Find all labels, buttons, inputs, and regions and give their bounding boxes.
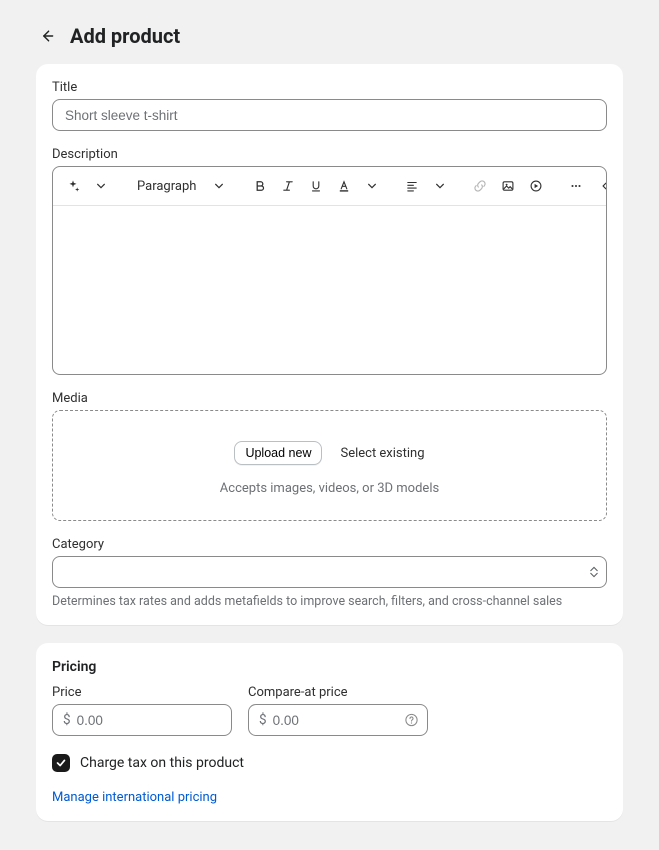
- pricing-card: Pricing Price $ Compare-at price $ Charg…: [36, 643, 623, 821]
- italic-button[interactable]: [276, 173, 300, 199]
- title-input[interactable]: [52, 99, 607, 131]
- chevron-down-icon: [435, 181, 445, 191]
- more-button[interactable]: [564, 173, 588, 199]
- align-left-icon: [405, 179, 419, 193]
- media-actions: Upload new Select existing: [234, 441, 424, 465]
- compare-price-help[interactable]: [404, 713, 419, 728]
- page-header: Add product: [0, 0, 659, 64]
- media-hint: Accepts images, videos, or 3D models: [220, 481, 439, 496]
- help-circle-icon: [404, 713, 419, 728]
- chevron-down-icon: [96, 181, 106, 191]
- chevron-down-icon: [367, 181, 377, 191]
- link-icon: [473, 179, 487, 193]
- rte-toolbar: Paragraph: [53, 167, 606, 206]
- check-icon: [55, 757, 67, 769]
- pricing-section-title: Pricing: [52, 659, 607, 675]
- image-icon: [501, 179, 515, 193]
- italic-icon: [281, 179, 295, 193]
- description-editor: Paragraph: [52, 166, 607, 375]
- bold-button[interactable]: [248, 173, 272, 199]
- charge-tax-label: Charge tax on this product: [80, 755, 244, 771]
- charge-tax-row: Charge tax on this product: [52, 754, 607, 772]
- upload-new-button[interactable]: Upload new: [234, 441, 322, 465]
- category-label: Category: [52, 537, 607, 552]
- image-button[interactable]: [496, 173, 520, 199]
- description-label: Description: [52, 147, 607, 162]
- video-button[interactable]: [524, 173, 548, 199]
- compare-price-input[interactable]: [273, 713, 417, 728]
- link-button[interactable]: [468, 173, 492, 199]
- underline-icon: [309, 179, 323, 193]
- price-currency: $: [63, 712, 71, 728]
- sparkle-icon: [66, 179, 80, 193]
- category-select[interactable]: [52, 556, 607, 588]
- media-dropzone[interactable]: Upload new Select existing Accepts image…: [52, 410, 607, 521]
- arrow-left-icon: [39, 28, 55, 44]
- paragraph-style-select[interactable]: Paragraph: [129, 173, 232, 199]
- media-label: Media: [52, 391, 607, 406]
- code-icon: [600, 179, 607, 193]
- price-label: Price: [52, 685, 232, 700]
- align-menu[interactable]: [428, 173, 452, 199]
- more-horizontal-icon: [568, 179, 584, 193]
- paragraph-style-label: Paragraph: [137, 179, 196, 194]
- price-input[interactable]: [77, 713, 221, 728]
- chevron-down-icon: [214, 181, 224, 191]
- compare-price-label: Compare-at price: [248, 685, 428, 700]
- text-color-icon: [337, 179, 351, 193]
- video-icon: [529, 179, 543, 193]
- price-row: Price $ Compare-at price $: [52, 685, 607, 736]
- text-color-menu[interactable]: [360, 173, 384, 199]
- ai-assist-menu[interactable]: [89, 173, 113, 199]
- page-title: Add product: [70, 24, 180, 48]
- text-color-button[interactable]: [332, 173, 356, 199]
- charge-tax-checkbox[interactable]: [52, 754, 70, 772]
- category-help-text: Determines tax rates and adds metafields…: [52, 594, 607, 609]
- product-details-card: Title Description Paragraph: [36, 64, 623, 625]
- manage-international-pricing-link[interactable]: Manage international pricing: [52, 790, 217, 805]
- ai-assist-button[interactable]: [61, 173, 85, 199]
- select-existing-button[interactable]: Select existing: [340, 446, 424, 461]
- compare-price-input-wrap: $: [248, 704, 428, 736]
- title-label: Title: [52, 80, 607, 95]
- underline-button[interactable]: [304, 173, 328, 199]
- compare-currency: $: [259, 712, 267, 728]
- price-input-wrap: $: [52, 704, 232, 736]
- bold-icon: [253, 179, 267, 193]
- code-view-button[interactable]: [596, 173, 607, 199]
- back-button[interactable]: [36, 25, 58, 47]
- description-body[interactable]: [53, 206, 606, 374]
- align-button[interactable]: [400, 173, 424, 199]
- select-arrows-icon: [590, 566, 598, 578]
